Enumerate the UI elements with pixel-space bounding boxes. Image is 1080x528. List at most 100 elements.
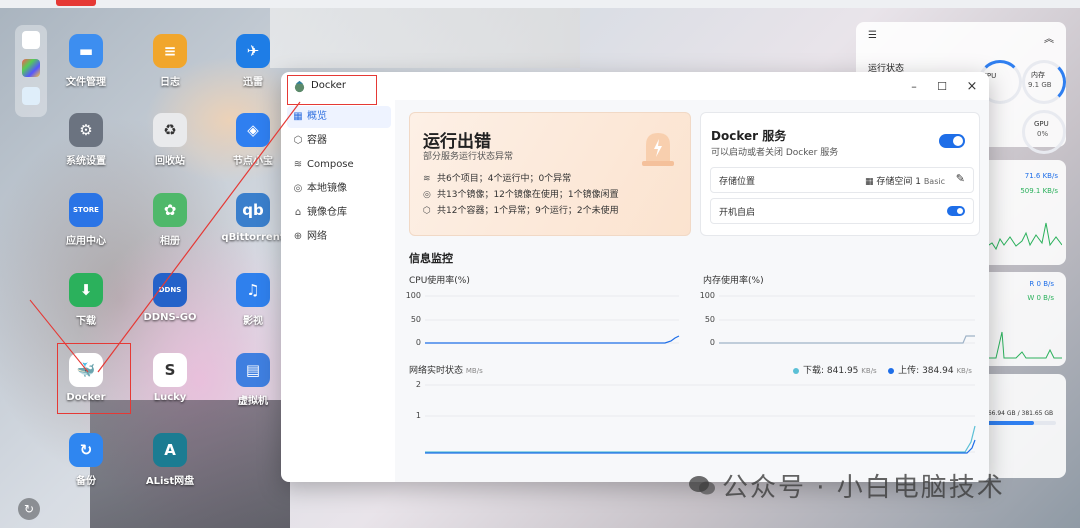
widget-menu-icon[interactable]: ☰ bbox=[868, 30, 877, 41]
autostart-label: 开机自启 bbox=[719, 208, 756, 218]
box-icon: ⬡ bbox=[293, 135, 303, 146]
docker-dock-icon[interactable] bbox=[22, 87, 40, 105]
network-widget: 71.6 KB/s 509.1 KB/s bbox=[980, 160, 1066, 265]
net-unit: MB/s bbox=[465, 367, 483, 375]
desktop-icon-回收站[interactable]: ♻ 回收站 bbox=[130, 113, 210, 167]
annotation-box-window-title bbox=[287, 75, 377, 105]
mem-tick-label: 0 bbox=[709, 338, 715, 347]
status-line: ⬡ 共12个容器；1个异常；9个运行；2个未使用 bbox=[423, 203, 619, 216]
net-legend: 下载: 841.95 KB/s 上传: 384.94 KB/s bbox=[793, 363, 972, 376]
desktop-icon-label: AList网盘 bbox=[145, 476, 195, 487]
box-icon: ⬡ bbox=[423, 206, 431, 216]
desktop-icon-相册[interactable]: ✿ 相册 bbox=[130, 193, 210, 247]
desktop-icon-label: 下载 bbox=[76, 316, 96, 327]
storage-name: 存储空间 1 bbox=[876, 177, 921, 187]
album-icon: ✿ bbox=[153, 193, 187, 227]
disk-io-widget: R 0 B/s W 0 B/s bbox=[980, 272, 1066, 366]
desktop-icon-系统设置[interactable]: ⚙ 系统设置 bbox=[46, 113, 126, 167]
net-down: 509.1 KB/s bbox=[1020, 187, 1058, 195]
desktop-icon-备份[interactable]: ↻ 备份 bbox=[46, 433, 126, 487]
globe-icon: ⊕ bbox=[293, 231, 303, 242]
storage-label: 存储位置 bbox=[719, 177, 756, 187]
power-icon[interactable]: ↻ bbox=[18, 498, 40, 520]
download-dot bbox=[793, 367, 799, 374]
left-dock bbox=[15, 25, 47, 117]
node-icon: ◈ bbox=[236, 113, 270, 147]
main-content: 运行出错 部分服务运行状态异常 ≋ 共6个项目；4个运行中；0个异常 ◎ 共13个镜像… bbox=[395, 100, 989, 482]
net-chart-title: 网络实时状态 MB/s bbox=[409, 363, 483, 376]
close-button[interactable]: × bbox=[963, 78, 981, 96]
sidebar-item-5[interactable]: ⊕ 网络 bbox=[287, 226, 391, 248]
sidebar-item-label: 本地镜像 bbox=[307, 183, 347, 194]
disk-read: R 0 B/s bbox=[1029, 280, 1054, 288]
mem-chart bbox=[719, 295, 975, 344]
docker-service-toggle[interactable] bbox=[939, 134, 965, 148]
storage-location-row: 存储位置 ▦ 存储空间 1 Basic ✎ bbox=[710, 167, 974, 193]
minimize-button[interactable]: – bbox=[905, 78, 923, 96]
edit-icon[interactable]: ✎ bbox=[956, 172, 965, 185]
collapse-icon[interactable]: ︽ bbox=[1044, 30, 1054, 45]
disk-write: W 0 B/s bbox=[1027, 294, 1054, 302]
mem-label: 内存 bbox=[1031, 71, 1045, 79]
layers-icon: ≋ bbox=[423, 174, 431, 184]
annotation-box-docker-icon bbox=[57, 343, 131, 414]
ddns-icon: DDNS bbox=[153, 273, 187, 307]
desktop-icon-label: 相册 bbox=[160, 236, 180, 247]
alarm-bell-icon bbox=[642, 133, 674, 166]
apps-icon[interactable] bbox=[22, 59, 40, 77]
maximize-button[interactable]: ☐ bbox=[933, 78, 951, 96]
cpu-tick-label: 100 bbox=[405, 291, 421, 300]
sidebar-item-3[interactable]: ◎ 本地镜像 bbox=[287, 178, 391, 200]
autostart-toggle[interactable] bbox=[947, 206, 965, 216]
status-line: ≋ 共6个项目；4个运行中；0个异常 bbox=[423, 171, 571, 184]
desktop-icon-日志[interactable]: ≡ 日志 bbox=[130, 34, 210, 88]
desktop-icon-alist网盘[interactable]: A AList网盘 bbox=[130, 433, 210, 487]
mem-tick-label: 50 bbox=[704, 315, 715, 324]
autostart-row: 开机自启 bbox=[710, 198, 974, 224]
mem-series-line bbox=[719, 335, 975, 344]
gpu-label: GPU bbox=[1034, 120, 1049, 128]
lucky-icon: S bbox=[153, 353, 187, 387]
recycle-bin-icon: ♻ bbox=[153, 113, 187, 147]
net-up: 71.6 KB/s bbox=[1024, 172, 1058, 180]
sidebar-item-0[interactable]: ▦ 概览 bbox=[287, 106, 391, 128]
storage-icon: ▦ bbox=[864, 177, 877, 187]
download-unit: KB/s bbox=[861, 367, 877, 375]
monitor-icon[interactable] bbox=[22, 31, 40, 49]
desktop-icon-文件管理[interactable]: ▬ 文件管理 bbox=[46, 34, 126, 88]
sidebar-item-4[interactable]: ⌂ 镜像仓库 bbox=[287, 202, 391, 224]
disk-sparkline bbox=[986, 331, 1062, 359]
window-titlebar[interactable]: Docker – ☐ × bbox=[281, 72, 989, 100]
grid-icon: ▦ bbox=[293, 111, 303, 122]
mem-chart-title: 内存使用率(%) bbox=[703, 276, 764, 286]
cpu-tick-label: 0 bbox=[415, 338, 421, 347]
sidebar-item-1[interactable]: ⬡ 容器 bbox=[287, 130, 391, 152]
service-subtitle: 可以启动或者关闭 Docker 服务 bbox=[711, 148, 839, 158]
cpu-chart-title: CPU使用率(%) bbox=[409, 276, 470, 286]
wechat-logo-icon bbox=[689, 476, 715, 495]
download-value: 841.95 bbox=[826, 366, 859, 376]
cpu-series-line bbox=[425, 335, 680, 344]
download-icon: ⬇ bbox=[69, 273, 103, 307]
net-title-text: 网络实时状态 bbox=[409, 366, 464, 376]
home-icon: ⌂ bbox=[294, 207, 302, 218]
mem-value: 9.1 GB bbox=[1028, 81, 1052, 89]
desktop-icon-ddns-go[interactable]: DDNS DDNS-GO bbox=[130, 273, 210, 323]
desktop-icon-lucky[interactable]: S Lucky bbox=[130, 353, 210, 403]
docker-window: Docker – ☐ × ▦ 概览 ⬡ 容器 ≋ Compose ◎ 本地镜像 ⌂ 镜像仓库 ⊕ 网络… bbox=[281, 72, 989, 482]
desktop-icon-label: 备份 bbox=[76, 476, 96, 487]
desktop-icon-应用中心[interactable]: STORE 应用中心 bbox=[46, 193, 126, 247]
sidebar-item-label: 容器 bbox=[307, 135, 327, 146]
desktop-icon-下载[interactable]: ⬇ 下载 bbox=[46, 273, 126, 327]
download-label: 下载: bbox=[803, 366, 825, 376]
status-line: ◎ 共13个镜像；12个镜像在使用；1个镜像闲置 bbox=[423, 187, 619, 200]
desktop-icon-label: 日志 bbox=[160, 77, 180, 88]
net-tick-label: 1 bbox=[415, 411, 421, 420]
monitor-title: 信息监控 bbox=[409, 252, 453, 265]
storage-widget: 266.94 GB / 381.65 GB bbox=[980, 374, 1066, 478]
upload-series-line bbox=[425, 439, 976, 454]
sidebar-item-2[interactable]: ≋ Compose bbox=[287, 154, 391, 176]
network-chart bbox=[425, 384, 976, 454]
desktop-icon-label: 应用中心 bbox=[66, 236, 106, 247]
status-subtitle: 部分服务运行状态异常 bbox=[423, 152, 514, 162]
